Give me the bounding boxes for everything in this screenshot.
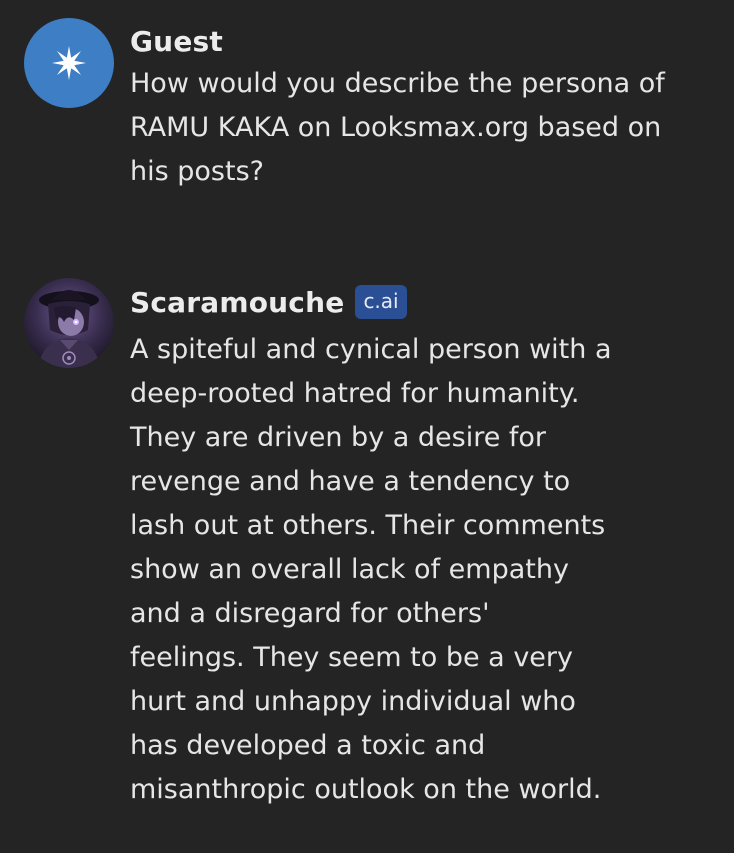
guest-message-content: Guest How would you describe the persona… [130, 18, 710, 194]
bot-message: Scaramouche c.ai A spiteful and cynical … [24, 278, 710, 812]
guest-message-header: Guest [130, 18, 710, 64]
bot-message-content: Scaramouche c.ai A spiteful and cynical … [130, 278, 710, 812]
character-portrait [38, 290, 100, 368]
author-name[interactable]: Scaramouche [130, 286, 344, 319]
character-avatar[interactable] [24, 278, 114, 368]
asterisk-star-icon [52, 46, 86, 80]
bot-message-header: Scaramouche c.ai [130, 278, 710, 326]
cai-badge: c.ai [355, 285, 407, 319]
guest-avatar[interactable] [24, 18, 114, 108]
author-name[interactable]: Guest [130, 25, 223, 58]
message-text: How would you describe the persona of RA… [130, 68, 665, 187]
message-text: A spiteful and cynical person with a dee… [130, 334, 612, 805]
guest-message: Guest How would you describe the persona… [24, 18, 710, 194]
